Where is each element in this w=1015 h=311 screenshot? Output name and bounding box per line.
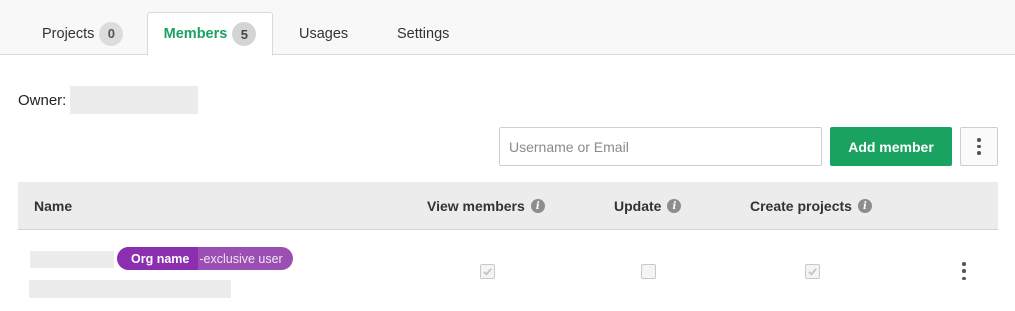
tab-settings[interactable]: Settings [397,12,449,55]
tab-label: Usages [299,25,349,42]
owner-label: Owner: [18,91,67,109]
tab-usages[interactable]: Usages [299,12,348,55]
members-table-header: Name View members i Update i Create proj… [18,182,998,230]
member-name-redacted [30,251,114,268]
column-header-view-members: View members i [427,182,545,230]
row-actions-button[interactable] [960,262,968,280]
tab-label: Projects [42,25,95,42]
column-label: Name [34,198,73,214]
checkmark-icon [483,268,492,276]
org-exclusive-badge: Org name -exclusive user [117,247,293,270]
member-search-input[interactable] [499,127,822,166]
info-icon[interactable]: i [667,199,682,213]
tab-label: Settings [397,25,450,42]
column-header-create-projects: Create projects i [750,182,872,230]
column-label: Update [614,198,662,214]
column-label: View members [427,198,525,214]
tab-count-badge: 5 [232,22,257,46]
tab-members[interactable]: Members 5 [147,12,273,56]
column-label: Create projects [750,198,852,214]
tab-projects[interactable]: Projects 0 [42,12,124,55]
view-members-checkbox[interactable] [480,264,495,279]
more-options-button[interactable] [960,127,998,166]
tab-label: Members [163,26,228,42]
update-checkbox[interactable] [641,264,656,279]
info-icon[interactable]: i [857,199,872,213]
owner-name-redacted [70,86,199,114]
badge-org-name: Org name [117,247,199,270]
column-header-update: Update i [614,182,682,230]
tab-bar: Projects 0 Members 5 Usages Settings [0,0,1015,56]
checkmark-icon [808,268,817,276]
owner-line: Owner: [18,86,199,114]
vertical-ellipsis-dot [962,269,966,273]
column-header-name: Name [34,182,72,230]
vertical-ellipsis-icon [962,262,966,266]
create-projects-checkbox[interactable] [805,264,820,279]
table-row: Org name -exclusive user [18,231,998,311]
vertical-ellipsis-dot [977,144,981,149]
add-member-button[interactable]: Add member [830,127,952,166]
vertical-ellipsis-dot [977,151,981,155]
vertical-ellipsis-icon [977,138,981,142]
member-email-redacted [29,280,231,298]
vertical-ellipsis-dot [962,276,966,280]
info-icon[interactable]: i [530,199,545,213]
tab-count-badge: 0 [99,21,124,46]
badge-suffix: -exclusive user [199,251,283,266]
